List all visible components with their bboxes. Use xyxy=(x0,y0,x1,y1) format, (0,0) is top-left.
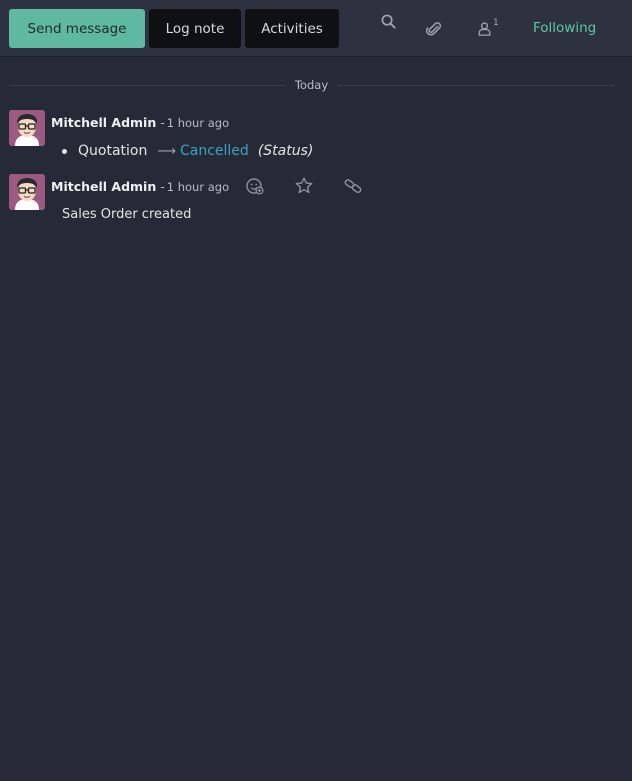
log-note-button[interactable]: Log note xyxy=(149,9,241,48)
author-avatar[interactable] xyxy=(9,110,45,146)
author-name[interactable]: Mitchell Admin xyxy=(51,115,156,130)
add-reaction-icon[interactable] xyxy=(245,176,265,196)
message-header: Mitchell Admin -1 hour ago xyxy=(51,179,229,194)
following-button[interactable]: Following xyxy=(533,20,596,36)
tracking-old-value: Quotation xyxy=(78,143,148,159)
chatter-topbar: Send message Log note Activities 1 Follo… xyxy=(0,0,632,57)
message-date: 1 hour ago xyxy=(166,116,230,130)
separator-line-right xyxy=(338,85,614,86)
separator-line-left xyxy=(9,85,285,86)
message-body: Sales Order created xyxy=(62,207,192,222)
date-separator: Today xyxy=(294,78,329,92)
header-dash: - xyxy=(160,115,165,130)
tracking-field-name: (Status) xyxy=(257,143,314,159)
link-icon[interactable] xyxy=(343,176,363,196)
header-dash: - xyxy=(160,179,165,194)
follower-count: 1 xyxy=(493,18,499,28)
arrow-right-icon: ⟶ xyxy=(157,143,176,159)
search-icon[interactable] xyxy=(380,13,396,29)
user-icon[interactable] xyxy=(477,21,491,37)
activities-button[interactable]: Activities xyxy=(245,9,339,48)
star-icon[interactable] xyxy=(294,176,314,196)
message-date: 1 hour ago xyxy=(166,180,230,194)
author-avatar[interactable] xyxy=(9,174,45,210)
tracking-new-value: Cancelled xyxy=(179,143,249,159)
send-message-button[interactable]: Send message xyxy=(9,9,145,48)
bullet-dot xyxy=(62,148,67,154)
paperclip-icon[interactable] xyxy=(426,21,442,37)
message-header: Mitchell Admin -1 hour ago xyxy=(51,115,229,130)
author-name[interactable]: Mitchell Admin xyxy=(51,179,156,194)
tracking-value: Quotation ⟶ Cancelled (Status) xyxy=(62,143,313,159)
